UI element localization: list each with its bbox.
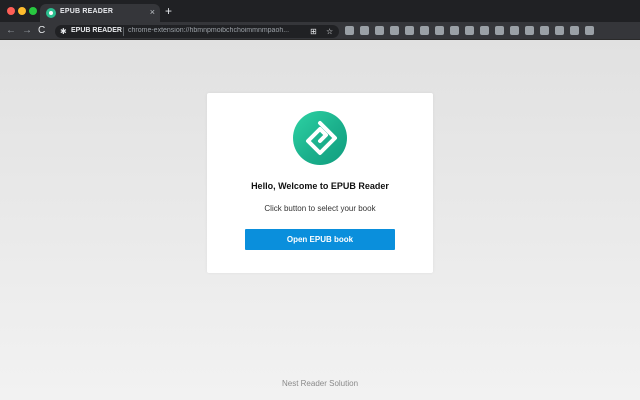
window-minimize-button[interactable] (18, 7, 26, 15)
extension-green-icon[interactable] (555, 26, 564, 35)
extension-power-icon[interactable] (495, 26, 504, 35)
forward-button[interactable]: → (22, 24, 32, 38)
extension-download-icon[interactable] (390, 26, 399, 35)
new-tab-button[interactable]: + (165, 5, 172, 17)
window-close-button[interactable] (7, 7, 15, 15)
extension-gear-icon[interactable] (405, 26, 414, 35)
address-bar[interactable]: ✱ EPUB READER chrome-extension://hbmnpmo… (55, 25, 339, 38)
translate-icon[interactable]: ⊞ (310, 27, 317, 36)
extension-info-icon[interactable] (360, 26, 369, 35)
extension-pocket-icon[interactable] (465, 26, 474, 35)
extension-vue-icon[interactable] (375, 26, 384, 35)
tab-epub-reader[interactable]: EPUB READER × (40, 4, 160, 22)
epub-logo-glyph-icon (306, 121, 337, 155)
site-label: EPUB READER (71, 27, 122, 34)
window-titlebar: EPUB READER × + (0, 0, 640, 22)
browser-toolbar: ← → C ✱ EPUB READER chrome-extension://h… (0, 22, 640, 40)
select-book-hint: Click button to select your book (264, 204, 376, 213)
extension-alert-icon[interactable] (435, 26, 444, 35)
extension-grid-icon[interactable] (480, 26, 489, 35)
tab-title: EPUB READER (60, 8, 114, 15)
window-maximize-button[interactable] (29, 7, 37, 15)
extension-box-icon[interactable] (570, 26, 579, 35)
welcome-heading: Hello, Welcome to EPUB Reader (251, 181, 389, 191)
extension-chrome-icon[interactable] (420, 26, 429, 35)
url-text[interactable]: chrome-extension://hbmnpmoibchchoimmnmpa… (128, 27, 303, 34)
tab-close-icon[interactable]: × (150, 7, 155, 17)
epub-logo-icon (293, 111, 347, 165)
welcome-card: Hello, Welcome to EPUB Reader Click butt… (207, 93, 433, 273)
extension-icons (345, 26, 594, 37)
page-content: Hello, Welcome to EPUB Reader Click butt… (0, 40, 640, 400)
puzzle-icon: ✱ (60, 27, 67, 36)
extension-shield-icon[interactable] (345, 26, 354, 35)
open-epub-button[interactable]: Open EPUB book (245, 229, 395, 250)
star-icon[interactable]: ☆ (326, 27, 333, 36)
back-button[interactable]: ← (6, 24, 16, 38)
extension-plus-icon[interactable] (540, 26, 549, 35)
extension-screen-icon[interactable] (585, 26, 594, 35)
address-separator (123, 27, 124, 36)
extension-mask-icon[interactable] (450, 26, 459, 35)
extension-tag-icon[interactable] (525, 26, 534, 35)
footer-text: Nest Reader Solution (281, 379, 359, 388)
epub-favicon-icon (46, 8, 56, 18)
extension-s-icon[interactable] (510, 26, 519, 35)
reload-button[interactable]: C (38, 24, 45, 38)
